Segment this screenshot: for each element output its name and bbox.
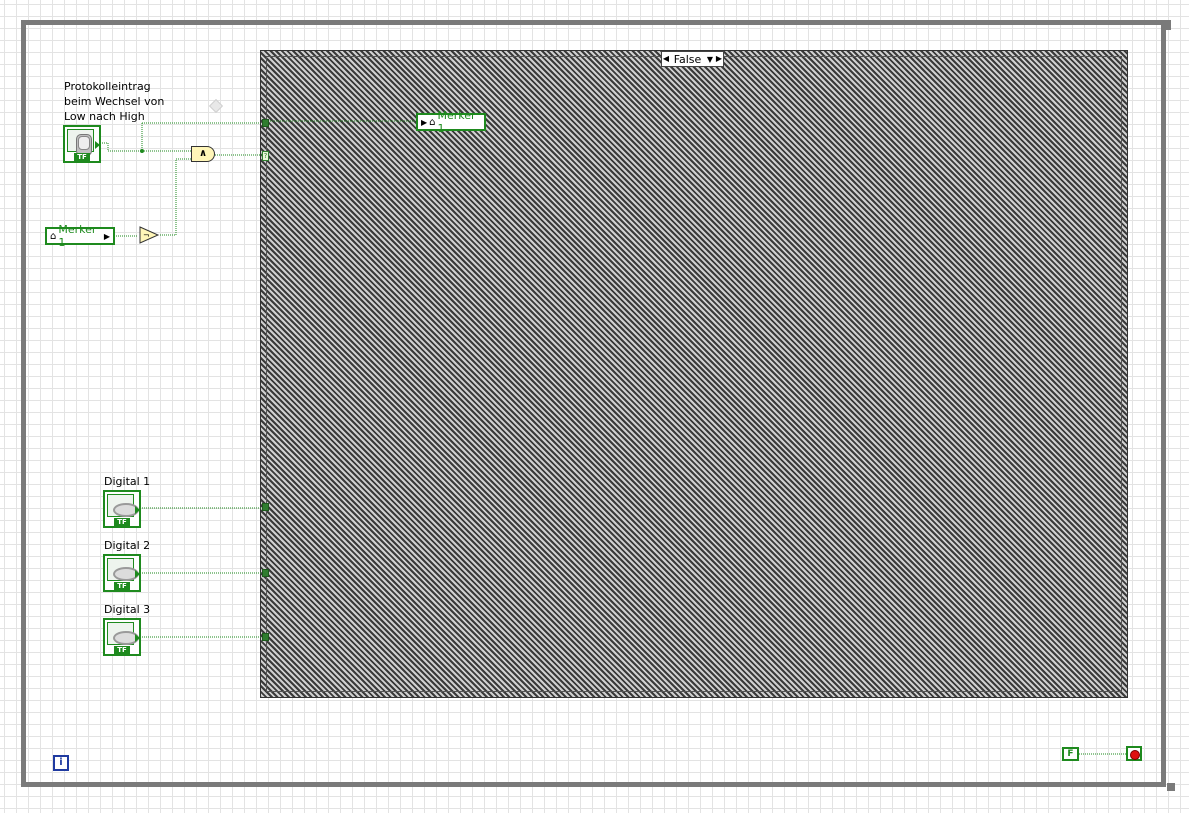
tf-badge: TF <box>114 646 130 654</box>
digital-3-label: Digital 3 <box>104 603 151 616</box>
output-arrow-icon <box>135 634 140 642</box>
house-icon: ⌂ <box>50 230 57 242</box>
merker-1-write-label: Merker 1 <box>437 109 476 135</box>
led-face <box>107 622 139 645</box>
wire-junction-dot <box>140 149 144 153</box>
toggle-face <box>67 129 94 156</box>
not-function[interactable]: ¬ <box>138 226 160 244</box>
digital-2-label: Digital 2 <box>104 539 151 552</box>
house-icon: ⌂ <box>429 116 436 128</box>
loop-condition-stop-terminal[interactable] <box>1126 746 1142 761</box>
not-symbol: ¬ <box>143 231 150 240</box>
tf-badge: TF <box>114 582 130 590</box>
tunnel-digital-1[interactable] <box>262 503 269 511</box>
output-arrow-icon: ▶ <box>103 231 110 241</box>
digital-2-terminal[interactable]: TF <box>103 554 141 592</box>
tf-badge: TF <box>114 518 130 526</box>
digital-1-terminal[interactable]: TF <box>103 490 141 528</box>
wire-protokoll-to-and <box>102 142 191 152</box>
led-face <box>107 558 139 581</box>
merker-1-local-write[interactable]: ▶ ⌂ Merker 1 <box>416 109 486 135</box>
input-arrow-icon: ▶ <box>421 117 428 127</box>
digital-3-terminal[interactable]: TF <box>103 618 141 656</box>
tf-badge: TF <box>74 153 90 161</box>
output-arrow-icon <box>95 141 100 149</box>
tunnel-digital-2[interactable] <box>262 569 269 577</box>
tunnel-protokoll[interactable] <box>262 119 269 127</box>
digital-1-label: Digital 1 <box>104 475 151 488</box>
protokoll-toggle-terminal[interactable]: TF <box>63 125 101 163</box>
case-selector-terminal[interactable]: ? <box>262 151 269 161</box>
block-diagram-canvas[interactable]: ◀ False ▼ ▶ ? Protokolleintrag beim Wech… <box>0 0 1189 813</box>
protokoll-label-line-3: Low nach High <box>64 110 145 123</box>
false-constant[interactable]: F <box>1062 747 1079 761</box>
wire-not-to-and <box>160 158 191 236</box>
and-function[interactable]: ∧ <box>191 146 215 162</box>
tunnel-digital-3[interactable] <box>262 633 269 641</box>
toggle-knob-icon <box>78 136 90 150</box>
output-arrow-icon <box>135 570 140 578</box>
iteration-terminal[interactable]: i <box>53 755 69 771</box>
merker-1-read-label: Merker 1 <box>58 223 97 249</box>
stop-icon <box>1130 750 1140 760</box>
protokoll-label-line-1: Protokolleintrag <box>64 80 151 93</box>
merker-1-local-read[interactable]: ⌂ Merker 1 ▶ <box>45 223 115 249</box>
output-arrow-icon <box>135 506 140 514</box>
led-face <box>107 494 139 517</box>
protokoll-label-line-2: beim Wechsel von <box>64 95 165 108</box>
wire-layer <box>102 120 1126 755</box>
